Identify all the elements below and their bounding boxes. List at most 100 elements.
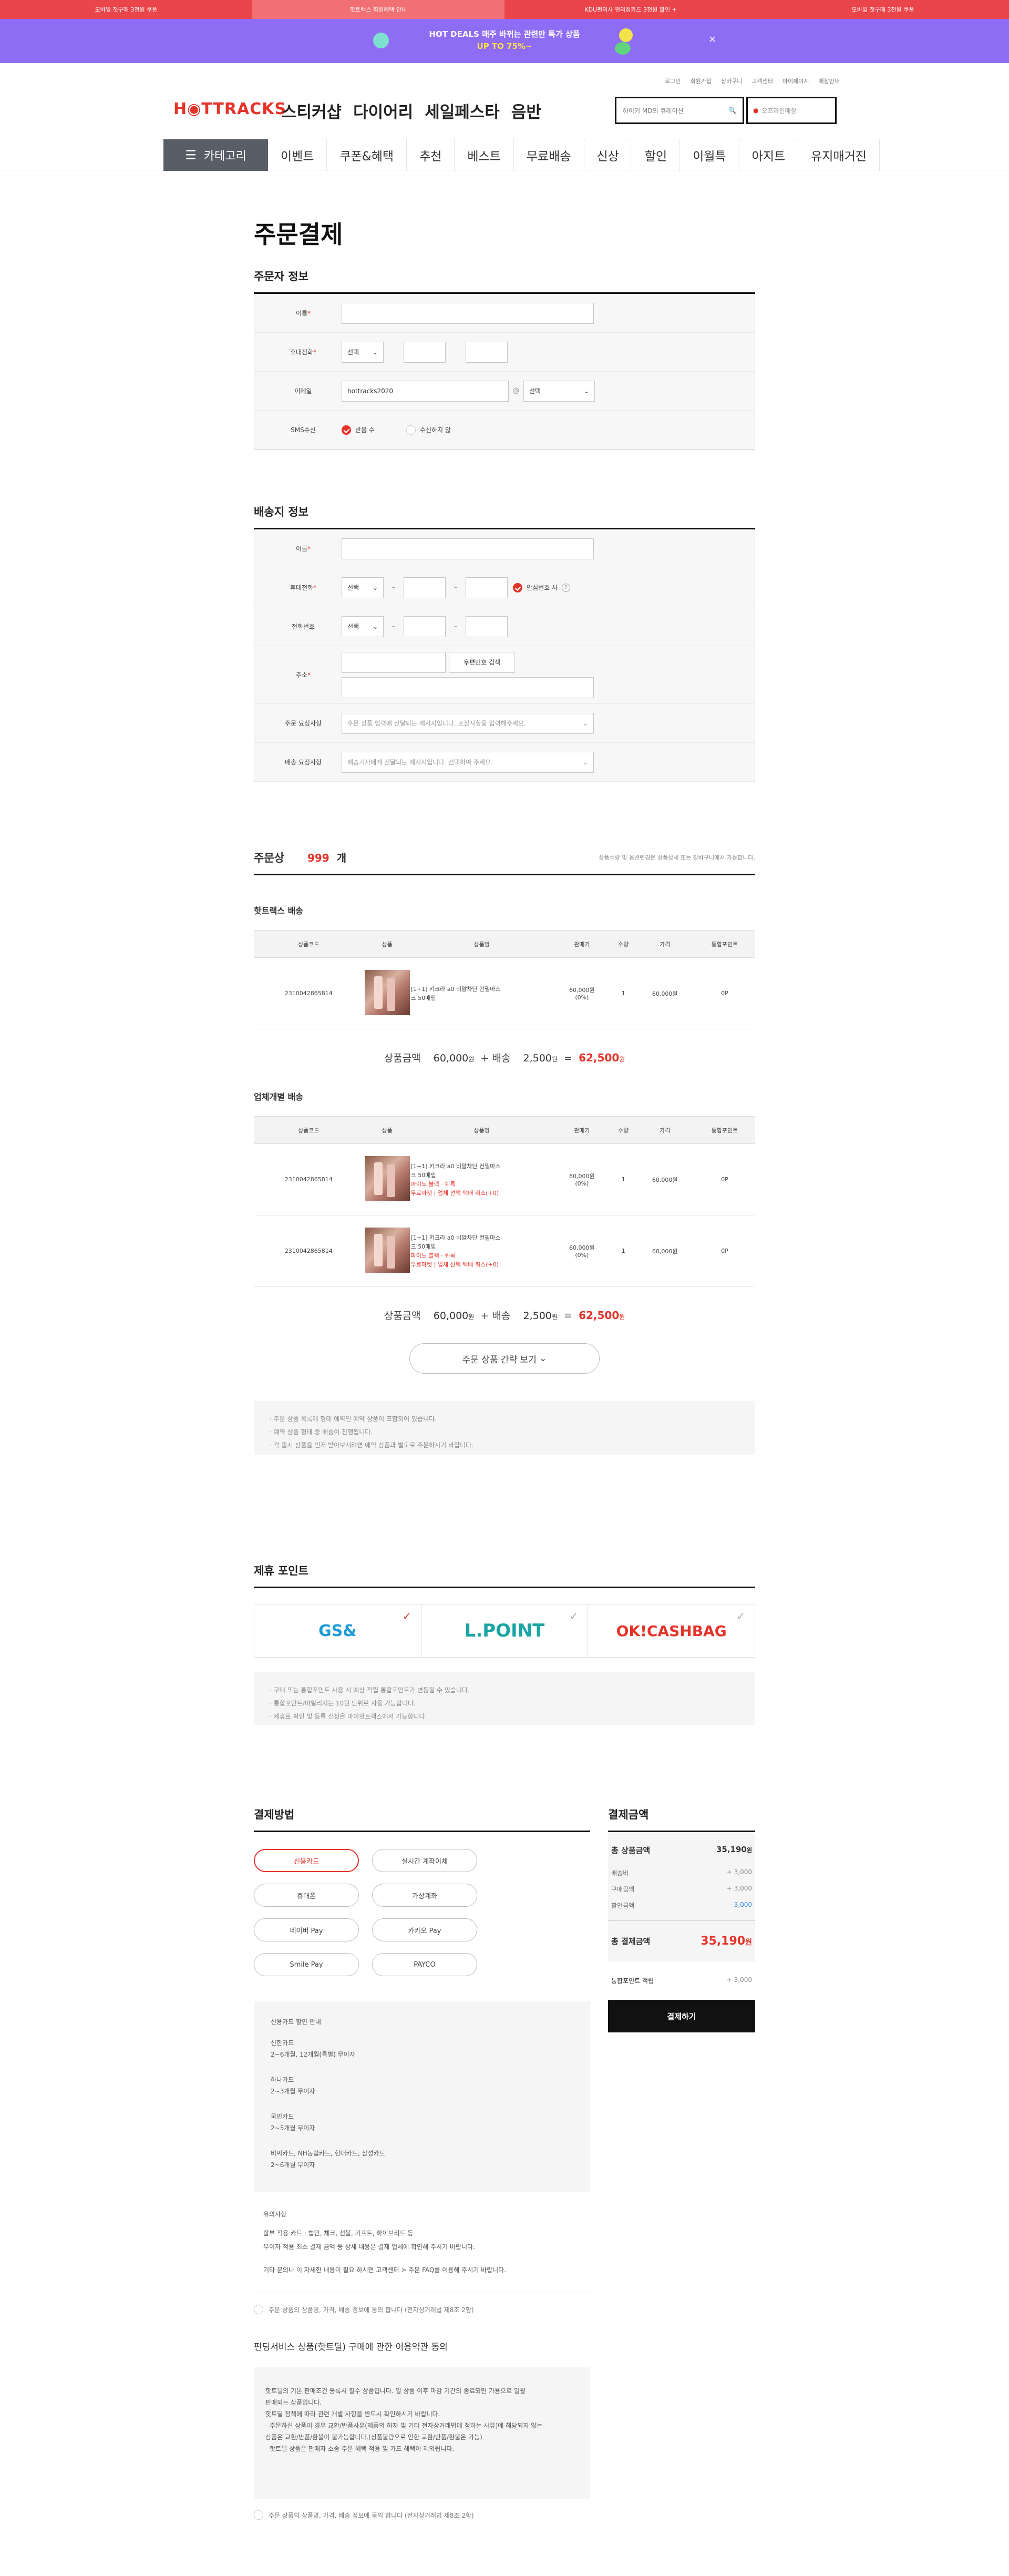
pay-method-button[interactable]: 카카오 Pay	[372, 1918, 477, 1941]
ship-phone-select[interactable]: 선택 ⌄	[342, 577, 384, 598]
mint-blob-icon	[373, 33, 389, 48]
agree-checkbox-2[interactable]: 주문 상품의 상품명, 가격, 배송 정보에 동의 합니다 (전자상거래법 제8…	[254, 2510, 590, 2520]
product-thumb[interactable]	[363, 957, 411, 1029]
nav-item[interactable]: 무료배송	[514, 139, 584, 171]
checkbox-icon	[254, 2510, 263, 2520]
util-store[interactable]: 매장안내	[819, 77, 840, 85]
email-id-input[interactable]: hottracks2020	[342, 380, 509, 402]
toggle-products-button[interactable]: 주문 상품 간략 보기 ⌄	[409, 1343, 600, 1374]
sms-no-radio[interactable]: 수신하지 않	[406, 425, 451, 435]
nav-item[interactable]: 할인	[632, 139, 681, 171]
pin-icon: ●	[753, 107, 759, 114]
product-name-cell[interactable]: [1+1] 키크라 a0 비말차단 컨필마스크 50매입	[410, 957, 553, 1029]
summary-line: 구매금액 + 3,000	[611, 1885, 752, 1893]
header-cat[interactable]: 스티커샵	[282, 99, 342, 122]
orderer-form: 이름* 휴대전화* 선택 ⌄ – – 이메일 hottracks2020 @ 선택 ⌄…	[254, 294, 755, 450]
product-code: 2310042865814	[254, 1143, 364, 1215]
pay-method-button[interactable]: 휴대폰	[254, 1884, 359, 1907]
product-point: 0P	[694, 1215, 755, 1287]
pay-method-button[interactable]: PAYCO	[372, 1953, 477, 1976]
product-thumb[interactable]	[363, 1143, 411, 1215]
lpoint-option[interactable]: L.POINT ✓	[421, 1604, 589, 1657]
safe-number-checkbox[interactable]: 안심번호 사?	[513, 582, 571, 592]
column-header: 판매가	[552, 930, 612, 958]
pay-method-button[interactable]: 신용카드	[254, 1849, 359, 1872]
column-header: 판매가	[552, 1116, 612, 1144]
tel-label: 전화번호	[291, 623, 315, 630]
header-cat[interactable]: 음반	[511, 99, 541, 122]
ship-name-input[interactable]	[342, 538, 594, 559]
pay-total-row: 총 결제금액 35,190원	[608, 1920, 755, 1961]
phone-label: 휴대전화*	[290, 584, 317, 591]
tel-select[interactable]: 선택 ⌄	[342, 616, 384, 637]
column-header: 상품명	[410, 930, 553, 958]
check-icon: ✓	[569, 1610, 579, 1622]
util-login[interactable]: 로그인	[665, 77, 681, 85]
sms-yes-radio[interactable]: 받음 수	[342, 425, 375, 435]
orderer-section-title: 주문자 정보	[254, 268, 755, 294]
hottracks-logo[interactable]: H◉TTRACKS	[173, 100, 286, 118]
okcashbag-option[interactable]: OK!CASHBAG ✓	[588, 1604, 755, 1657]
product-name-cell[interactable]: [1+1] 키크라 a0 비말차단 컨필마스크 50매입 파이노 블랙 · 쉬록 무…	[410, 1215, 553, 1287]
tel-last[interactable]	[466, 616, 508, 637]
promo-item[interactable]: 핫트랙스 회원혜택 안내	[252, 0, 504, 19]
header-cat[interactable]: 다이어리	[353, 99, 413, 122]
pay-method-button[interactable]: Smile Pay	[254, 1953, 359, 1976]
phone-mid-input[interactable]	[404, 341, 446, 363]
product-thumb[interactable]	[363, 1215, 411, 1287]
util-join[interactable]: 회원가입	[690, 77, 711, 85]
header-cat[interactable]: 세일페스타	[425, 99, 500, 122]
store-search-input[interactable]: ● 오프라인매장	[746, 97, 837, 124]
search-input[interactable]: 하이키 MD의 큐레이션 🔍	[615, 97, 744, 124]
promo-item[interactable]: 모바일 첫구매 3천원 쿠폰	[0, 0, 252, 19]
address-detail-input[interactable]	[342, 677, 594, 698]
pay-method-button[interactable]: 네이버 Pay	[254, 1918, 359, 1941]
orderer-name-input[interactable]	[342, 302, 594, 324]
gs-point-option[interactable]: GS& ✓	[254, 1604, 421, 1657]
nav-item[interactable]: 이벤트	[268, 139, 327, 171]
nav-item[interactable]: 베스트	[455, 139, 514, 171]
promo-item[interactable]: 모바일 첫구매 3천원 쿠폰	[757, 0, 1009, 19]
order-request-select[interactable]: 주문 상품 입력에 전달되는 메시지입니다. 포장사항을 입력해주세요. ⌄	[342, 712, 594, 734]
product-total: 60,000원	[635, 1143, 694, 1215]
help-icon[interactable]: ?	[562, 583, 571, 592]
count-unit: 개	[336, 852, 347, 864]
pay-method-button[interactable]: 실시간 계좌이체	[372, 1849, 477, 1872]
pay-button[interactable]: 결제하기	[608, 2000, 755, 2032]
nav-item[interactable]: 쿠폰&혜택	[327, 139, 407, 171]
util-mypage[interactable]: 마이페이지	[783, 77, 809, 85]
zipcode-search-button[interactable]: 우편번호 검색	[449, 651, 515, 673]
column-header: 상품코드	[254, 930, 364, 958]
nav-item[interactable]: 유지매거진	[798, 139, 880, 171]
ship-phone-last[interactable]	[466, 577, 508, 598]
util-cart[interactable]: 장바구니	[721, 77, 742, 85]
zipcode-input[interactable]	[342, 651, 446, 673]
product-total: 60,000원	[635, 957, 694, 1029]
search-icon[interactable]: 🔍	[728, 107, 736, 114]
table-row: 2310042865814 [1+1] 키크라 a0 비말차단 컨필마스크 50매…	[254, 1143, 755, 1215]
main-nav: ☰ 카테고리 이벤트 쿠폰&혜택 추천 베스트 무료배송 신상 할인 이월특 아지트 유지매거진	[0, 139, 1009, 171]
product-name-cell[interactable]: [1+1] 키크라 a0 비말차단 컨필마스크 50매입 파이노 블랙 · 쉬록 무…	[410, 1143, 553, 1215]
nav-item[interactable]: 이월특	[680, 139, 739, 171]
tel-mid[interactable]	[404, 616, 446, 637]
agree-checkbox-1[interactable]: 주문 상품의 상품명, 가격, 배송 정보에 동의 합니다 (전자상거래법 제8…	[254, 2293, 590, 2314]
util-cs[interactable]: 고객센터	[751, 77, 773, 85]
hot-deal-banner[interactable]: HOT DEALS 매주 바뀌는 관련만 특가 상품 UP TO 75%~ ×	[0, 19, 1009, 63]
phone-label: 휴대전화*	[290, 349, 317, 356]
ship-phone-mid[interactable]	[404, 577, 446, 598]
pay-method-button[interactable]: 가상계좌	[372, 1884, 477, 1907]
promo-item[interactable]: KDU편의사 편의점카드 3천원 할인 +	[504, 0, 757, 19]
category-button[interactable]: ☰ 카테고리	[163, 139, 268, 171]
products-table-1: 상품코드 상품 상품명 판매가 수량 가격 통합포인트 2310042865814 [1+1] …	[254, 930, 755, 1029]
column-header: 상품	[363, 930, 411, 958]
close-icon[interactable]: ×	[708, 34, 716, 45]
column-header: 통합포인트	[694, 930, 755, 958]
nav-item[interactable]: 추천	[407, 139, 455, 171]
phone-last-input[interactable]	[466, 341, 508, 363]
chevron-down-icon: ⌄	[372, 348, 378, 356]
email-domain-select[interactable]: 선택 ⌄	[523, 380, 595, 402]
nav-item[interactable]: 아지트	[739, 139, 799, 171]
nav-item[interactable]: 신상	[584, 139, 632, 171]
delivery-request-select[interactable]: 배송기사에게 전달되는 메시지입니다. 선택하여 주세요. ⌄	[342, 751, 594, 773]
phone-prefix-select[interactable]: 선택 ⌄	[342, 341, 384, 363]
